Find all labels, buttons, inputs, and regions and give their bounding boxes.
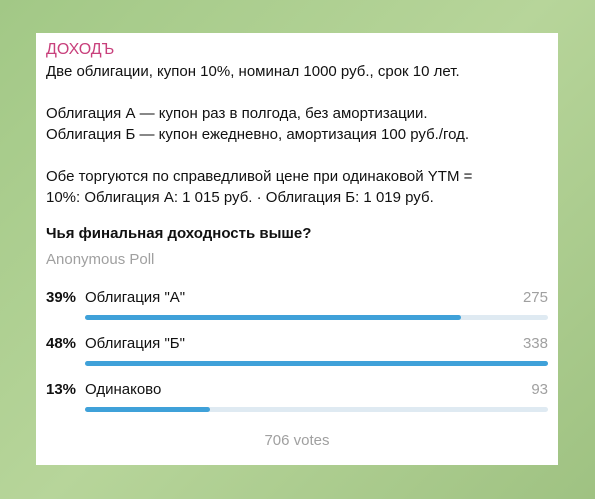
option-label: Облигация "Б" [85,335,185,352]
post-line: Облигация А — купон раз в полгода, без а… [46,105,428,122]
total-votes[interactable]: 706 votes [46,432,548,449]
poll-option-b[interactable]: 48% Облигация "Б" 338 [46,334,548,380]
option-percent: 39% [46,289,77,306]
option-percent: 13% [46,381,77,398]
message-card: ДОХОДЪ Две облигации, купон 10%, номинал… [36,33,558,465]
post-line: Две облигации, купон 10%, номинал 1000 р… [46,63,460,80]
poll-options: 39% Облигация "А" 275 48% Облигация "Б" … [46,288,548,426]
option-bar-fill [85,315,462,320]
option-bar-track [85,315,548,320]
option-percent: 48% [46,335,77,352]
option-label: Одинаково [85,381,162,398]
channel-name[interactable]: ДОХОДЪ [46,39,548,61]
post-line: Обе торгуются по справедливой цене при о… [46,168,473,185]
option-bar-fill [85,361,548,366]
option-count: 93 [531,381,548,398]
option-label: Облигация "А" [85,289,186,306]
poll-option-a[interactable]: 39% Облигация "А" 275 [46,288,548,334]
post-text: Две облигации, купон 10%, номинал 1000 р… [46,61,548,208]
poll-question: Чья финальная доходность выше? [46,225,312,242]
option-bar-track [85,361,548,366]
option-bar-fill [85,407,211,412]
post-line: 10%: Облигация А: 1 015 руб. · Облигация… [46,189,434,206]
poll-type: Anonymous Poll [46,251,155,268]
option-bar-track [85,407,548,412]
poll-option-same[interactable]: 13% Одинаково 93 [46,380,548,426]
chat-background: { "channel": { "name": "ДОХОДЪ" }, "post… [0,0,595,499]
post-line: Облигация Б — купон ежедневно, амортизац… [46,126,470,143]
option-count: 338 [522,335,548,352]
option-count: 275 [522,289,548,306]
